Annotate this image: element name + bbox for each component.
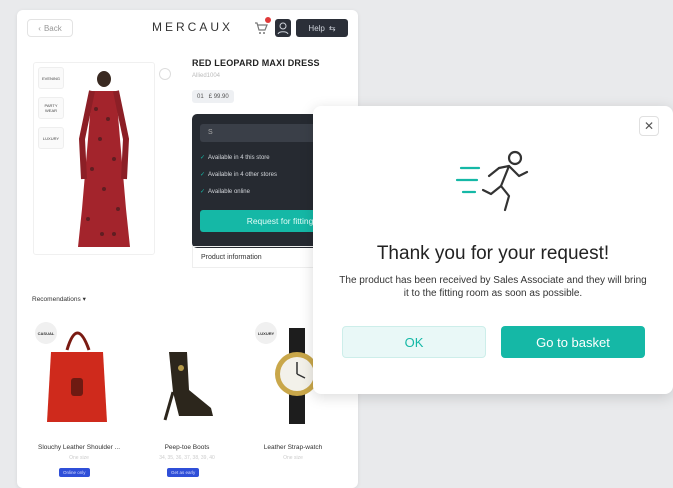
help-button[interactable]: Help ⇆	[296, 19, 348, 37]
recommendation-name: Slouchy Leather Shoulder ...	[37, 444, 121, 451]
runner-icon	[455, 150, 529, 212]
product-panel: ‹ Back MERCAUX Help ⇆ EVENING PARTY WEAR	[17, 10, 358, 488]
wishlist-icon[interactable]	[159, 68, 171, 80]
availability-text: Available online	[208, 188, 250, 195]
recommendations-header[interactable]: Recomendations ▾	[32, 295, 86, 303]
help-label: Help	[308, 23, 325, 33]
recommendation-badge: Online only	[59, 468, 90, 477]
recommendation-name: Leather Strap-watch	[263, 444, 323, 451]
recommendation-card[interactable]: CASUAL	[29, 312, 125, 437]
size-badge: 01	[197, 93, 204, 100]
confirmation-dialog: ✕ Thank you for your request! The produc…	[313, 106, 673, 394]
cart-badge	[265, 17, 271, 23]
ok-button[interactable]: OK	[342, 326, 486, 358]
back-button[interactable]: ‹ Back	[27, 19, 73, 37]
recommendation-sizes: One size	[283, 455, 303, 461]
dress-image	[78, 71, 130, 247]
recommendation-name: Peep-toe Boots	[164, 444, 210, 451]
recommendation-badge: Get as early	[167, 468, 200, 477]
check-icon: ✓	[200, 172, 206, 178]
availability-item: ✓ Available online	[200, 188, 250, 196]
recommendations-label: Recomendations	[32, 296, 81, 303]
thumbnail[interactable]: LUXURY	[38, 127, 64, 149]
thumbnail-list: EVENING PARTY WEAR LUXURY	[38, 67, 66, 157]
dialog-title: Thank you for your request!	[376, 243, 610, 264]
go-to-basket-button[interactable]: Go to basket	[501, 326, 645, 358]
category-tag: CASUAL	[35, 322, 57, 344]
check-icon: ✓	[200, 155, 206, 161]
chevron-left-icon: ‹	[38, 23, 41, 33]
recommendation-card[interactable]	[139, 312, 235, 437]
availability-text: Available in 4 other stores	[208, 171, 277, 178]
thumbnail[interactable]: EVENING	[38, 67, 64, 89]
availability-item: ✓ Available in 4 other stores	[200, 171, 277, 179]
logo: MERCAUX	[152, 20, 234, 34]
close-icon[interactable]: ✕	[639, 116, 659, 136]
back-label: Back	[43, 23, 62, 33]
availability-item: ✓ Available in 4 this store	[200, 154, 270, 162]
boots-image	[163, 352, 213, 421]
availability-text: Available in 4 this store	[208, 154, 270, 161]
header: ‹ Back MERCAUX Help ⇆	[17, 10, 358, 44]
category-tag: LUXURY	[255, 322, 277, 344]
cart-icon[interactable]	[254, 17, 271, 35]
dialog-message: The product has been received by Sales A…	[339, 275, 647, 299]
recommendation-sizes: 34, 35, 36, 37, 38, 39, 40	[159, 455, 215, 461]
price-tag: 01 £ 99.90	[192, 90, 234, 103]
thumbnail[interactable]: PARTY WEAR	[38, 97, 64, 119]
chevron-down-icon: ▾	[82, 296, 86, 303]
price-value: £ 99.90	[208, 93, 229, 100]
product-code: Allied1004	[192, 73, 221, 79]
help-icon: ⇆	[328, 23, 336, 33]
account-icon[interactable]	[275, 19, 291, 37]
product-title: RED LEOPARD MAXI DRESS	[192, 58, 320, 68]
recommendation-sizes: One size	[69, 455, 89, 461]
check-icon: ✓	[200, 189, 206, 195]
